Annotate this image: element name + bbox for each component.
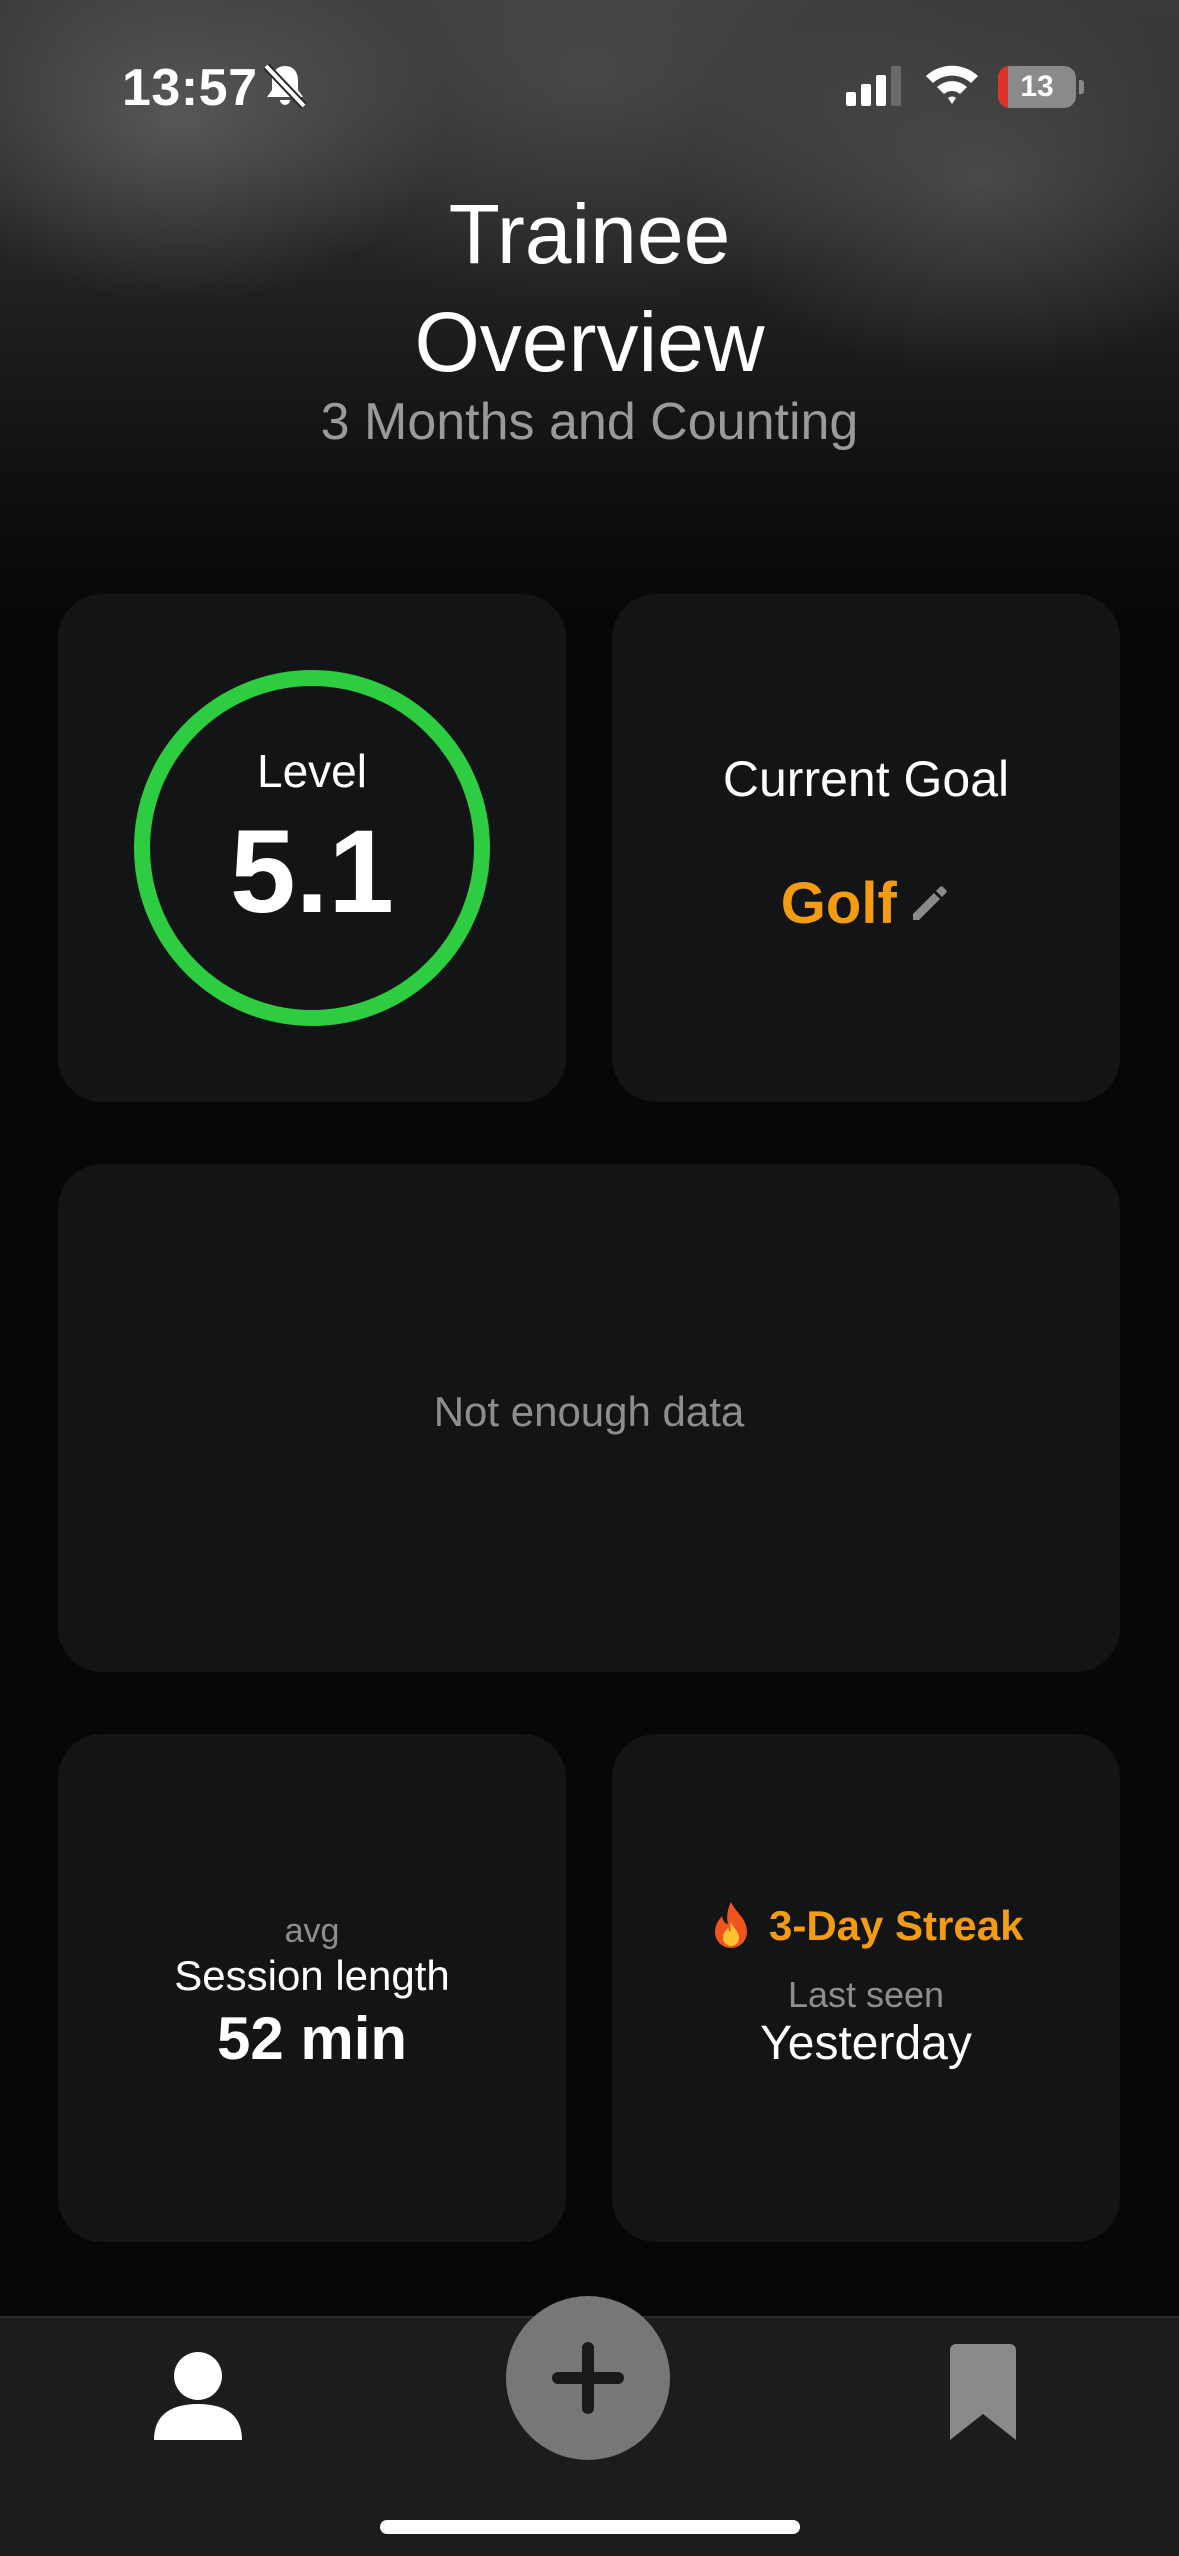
current-goal-label: Current Goal (722, 751, 1010, 807)
bell-slash-icon (263, 63, 307, 109)
bookmark-icon[interactable] (950, 2344, 1016, 2444)
wifi-icon (926, 65, 978, 104)
chart-empty-message: Not enough data (433, 1388, 745, 1435)
streak-card: 3-Day Streak Last seen Yesterday (612, 1734, 1120, 2242)
level-card[interactable]: Level 5.1 (58, 594, 566, 1102)
last-seen-value: Yesterday (760, 2017, 972, 2070)
session-length-label: Session length (174, 1952, 450, 1999)
page-title-line2: Overview (414, 295, 765, 389)
level-label: Level (257, 745, 367, 797)
current-goal-card[interactable]: Current Goal Golf (612, 594, 1120, 1102)
battery-indicator: 13 (998, 66, 1076, 108)
page-subtitle: 3 Months and Counting (320, 393, 859, 451)
level-value: 5.1 (229, 806, 395, 938)
pencil-icon[interactable] (907, 882, 951, 926)
cellular-signal-icon (846, 66, 901, 106)
session-length-value: 52 min (216, 2005, 408, 2072)
status-bar: 13:57 13 (0, 0, 1179, 170)
status-time: 13:57 (122, 59, 258, 117)
current-goal-value: Golf (780, 871, 897, 936)
session-length-card: avg Session length 52 min (58, 1734, 566, 2242)
current-goal-row[interactable]: Golf (612, 870, 1120, 937)
person-icon[interactable] (150, 2348, 246, 2444)
session-avg-label: avg (284, 1912, 340, 1950)
plus-icon (552, 2342, 624, 2414)
page-title: Trainee Overview (0, 180, 1179, 396)
streak-row: 3-Day Streak (612, 1900, 1120, 1952)
streak-text: 3-Day Streak (768, 1902, 1024, 1949)
last-seen-label: Last seen (787, 1974, 945, 2015)
add-button[interactable] (506, 2296, 670, 2460)
progress-chart-card: Not enough data (58, 1164, 1120, 1672)
page-title-line1: Trainee (448, 187, 731, 281)
fire-icon (714, 1902, 747, 1948)
battery-cap (1079, 80, 1084, 94)
battery-level: 13 (1020, 70, 1054, 103)
home-indicator (380, 2520, 800, 2534)
